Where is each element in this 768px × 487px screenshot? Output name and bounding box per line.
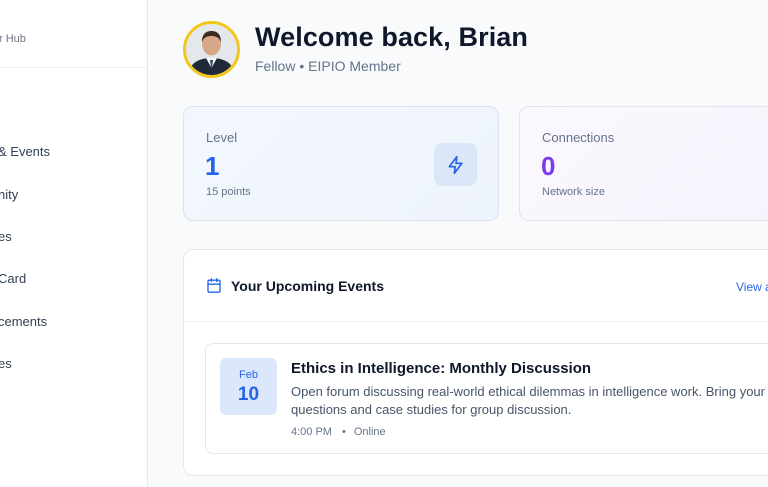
events-header: Your Upcoming Events View a: [184, 250, 768, 322]
level-icon-button[interactable]: [434, 143, 477, 186]
event-meta: 4:00 PM • Online: [291, 426, 386, 438]
event-time: 4:00 PM: [291, 426, 332, 438]
sidebar-item-announcements[interactable]: cements: [0, 314, 47, 329]
sidebar-item-last[interactable]: es: [0, 356, 12, 371]
events-title: Your Upcoming Events: [231, 278, 384, 294]
calendar-icon: [207, 278, 221, 293]
avatar-photo: [186, 24, 237, 75]
sidebar: r Hub & Events nity es Card cements es: [0, 0, 148, 487]
user-role: Fellow: [255, 58, 296, 74]
view-all-events-link[interactable]: View a: [736, 280, 768, 294]
sidebar-item-events[interactable]: & Events: [0, 144, 50, 159]
brand-text: r Hub: [0, 33, 26, 45]
event-date-badge: Feb 10: [220, 358, 277, 415]
event-description: Open forum discussing real-world ethical…: [291, 384, 765, 417]
sidebar-item-resources[interactable]: es: [0, 229, 12, 244]
connections-network-size: Network size: [542, 186, 605, 198]
connections-label: Connections: [542, 130, 615, 145]
connections-value: 0: [541, 151, 556, 181]
level-value: 1: [205, 151, 220, 181]
sidebar-item-card[interactable]: Card: [0, 271, 26, 286]
event-day: 10: [237, 384, 260, 405]
upcoming-events-card: Your Upcoming Events View a Feb 10 Ethic…: [183, 249, 768, 476]
lightning-bolt-icon: [448, 155, 463, 174]
user-subtitle: Fellow • EIPIO Member: [255, 58, 401, 74]
event-title: Ethics in Intelligence: Monthly Discussi…: [291, 360, 592, 377]
welcome-heading: Welcome back, Brian: [255, 22, 529, 52]
level-stat-card: Level 1 15 points: [183, 106, 499, 221]
connections-stat-card: Connections 0 Network size: [519, 106, 768, 221]
subtitle-separator: •: [299, 58, 305, 74]
sidebar-brand: r Hub: [0, 0, 147, 68]
main-content: Welcome back, Brian Fellow • EIPIO Membe…: [149, 0, 768, 487]
event-month: Feb: [239, 369, 258, 381]
event-list-item[interactable]: Feb 10 Ethics in Intelligence: Monthly D…: [205, 343, 768, 454]
event-meta-separator: •: [341, 426, 346, 438]
avatar[interactable]: [183, 21, 240, 78]
event-location: Online: [353, 426, 386, 438]
level-label: Level: [206, 130, 238, 145]
user-organization: EIPIO Member: [308, 58, 401, 74]
sidebar-item-community[interactable]: nity: [0, 187, 18, 202]
level-points: 15 points: [206, 186, 251, 198]
